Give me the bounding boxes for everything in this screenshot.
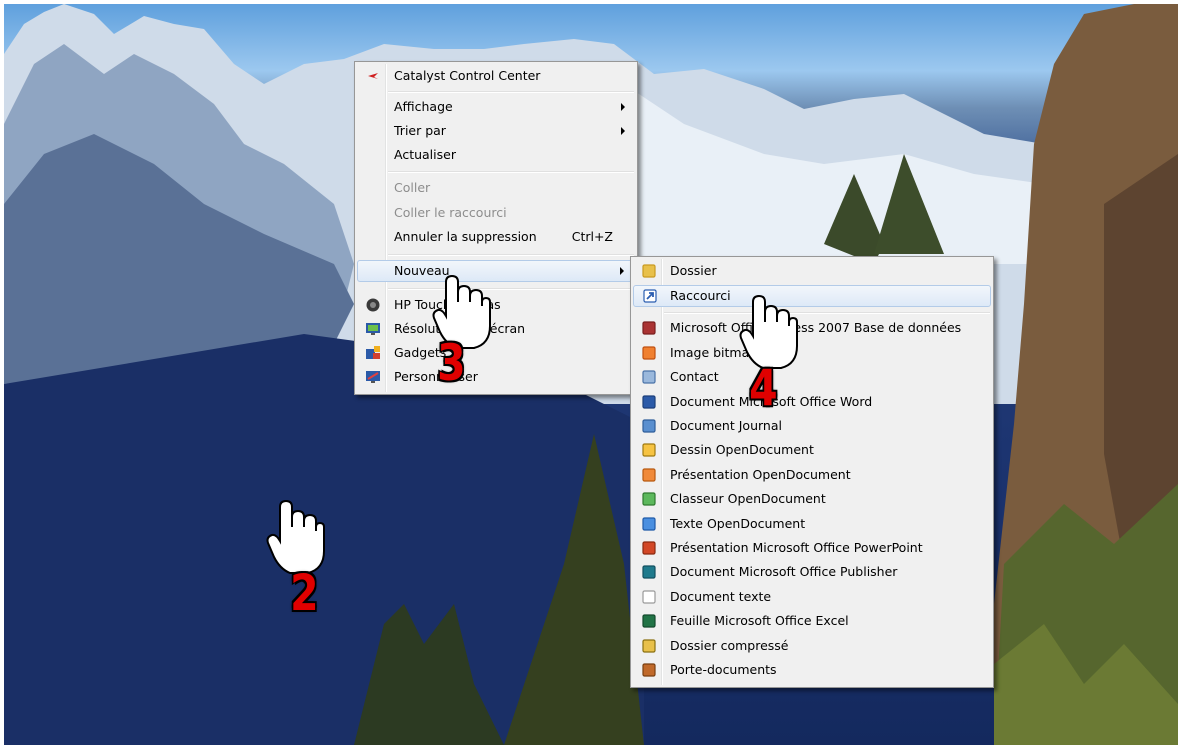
submenu-item-label: Classeur OpenDocument	[670, 491, 826, 507]
submenu-item-text-document[interactable]: Document texte	[633, 586, 991, 608]
submenu-item-label: Document Microsoft Office Publisher	[670, 564, 898, 580]
menu-item-gadgets[interactable]: Gadgets	[357, 342, 635, 364]
screen-resolution-icon	[366, 323, 380, 335]
menu-item-catalyst[interactable]: Catalyst Control Center	[357, 65, 635, 87]
submenu-item-label: Feuille Microsoft Office Excel	[670, 613, 849, 629]
submenu-item-contact[interactable]: Contact	[633, 366, 991, 388]
catalyst-icon	[368, 73, 378, 79]
step-2-label: 2	[290, 564, 319, 622]
shortcut-icon	[643, 289, 657, 303]
menu-separator	[664, 312, 990, 315]
menu-item-hp-touch-canvas[interactable]: HP Touch Canvas	[357, 294, 635, 316]
menu-item-label: Annuler la suppression	[394, 229, 537, 244]
menu-item-coller: Coller	[357, 177, 635, 199]
excel-icon	[642, 614, 656, 628]
menu-item-resolution-ecran[interactable]: Résolution de l'écran	[357, 318, 635, 340]
submenu-item-label: Raccourci	[670, 288, 731, 303]
menu-item-label: Coller	[394, 180, 431, 195]
submenu-item-label: Texte OpenDocument	[670, 515, 806, 531]
nouveau-submenu: Dossier Raccourci Microsoft Office Access …	[630, 256, 994, 688]
submenu-item-shortcut[interactable]: Raccourci	[633, 285, 991, 307]
submenu-item-label: Dossier	[670, 263, 717, 278]
submenu-item-excel[interactable]: Feuille Microsoft Office Excel	[633, 610, 991, 632]
submenu-item-access[interactable]: Microsoft Office Access 2007 Base de don…	[633, 317, 991, 339]
submenu-item-label: Présentation OpenDocument	[670, 466, 851, 482]
submenu-item-bitmap[interactable]: Image bitmap	[633, 342, 991, 364]
submenu-item-briefcase[interactable]: Porte-documents	[633, 659, 991, 681]
submenu-item-od-presentation[interactable]: Présentation OpenDocument	[633, 464, 991, 486]
od-text-icon	[642, 516, 656, 531]
menu-item-coller-raccourci: Coller le raccourci	[357, 202, 635, 224]
submenu-arrow-icon	[621, 103, 625, 111]
submenu-item-label: Dessin OpenDocument	[670, 442, 814, 458]
shortcut-label: Ctrl+Z	[571, 229, 613, 244]
personalize-icon	[366, 371, 380, 383]
submenu-item-od-drawing[interactable]: Dessin OpenDocument	[633, 439, 991, 461]
submenu-item-zip-folder[interactable]: Dossier compressé	[633, 635, 991, 657]
menu-item-label: Catalyst Control Center	[394, 68, 541, 83]
submenu-item-label: Document texte	[670, 588, 772, 604]
word-icon	[642, 394, 656, 409]
submenu-item-label: Document Journal	[670, 418, 782, 433]
menu-item-personnaliser[interactable]: Personnaliser	[357, 366, 635, 388]
zip-folder-icon	[642, 638, 656, 653]
menu-item-trier-par[interactable]: Trier par	[357, 120, 635, 142]
briefcase-icon	[642, 663, 656, 677]
submenu-item-word[interactable]: Document Microsoft Office Word	[633, 391, 991, 413]
menu-item-nouveau[interactable]: Nouveau	[357, 260, 635, 282]
submenu-item-folder[interactable]: Dossier	[633, 260, 991, 282]
text-document-icon	[642, 590, 656, 604]
access-icon	[642, 321, 656, 335]
od-presentation-icon	[642, 468, 656, 482]
submenu-item-od-spreadsheet[interactable]: Classeur OpenDocument	[633, 488, 991, 510]
menu-item-actualiser[interactable]: Actualiser	[357, 144, 635, 166]
submenu-item-label: Contact	[670, 369, 719, 385]
submenu-item-label: Porte-documents	[670, 662, 777, 677]
submenu-item-journal[interactable]: Document Journal	[633, 415, 991, 437]
folder-icon	[642, 264, 656, 278]
submenu-item-label: Présentation Microsoft Office PowerPoint	[670, 540, 923, 555]
desktop-context-menu: Catalyst Control Center Affichage Trier …	[354, 61, 638, 395]
bitmap-icon	[642, 346, 656, 360]
desktop[interactable]: Catalyst Control Center Affichage Trier …	[4, 4, 1178, 745]
submenu-arrow-icon	[621, 127, 625, 135]
menu-item-affichage[interactable]: Affichage	[357, 96, 635, 118]
menu-item-label: Affichage	[394, 99, 453, 114]
submenu-item-label: Dossier compressé	[670, 637, 789, 653]
od-spreadsheet-icon	[642, 492, 656, 506]
step-4-label: 4	[749, 359, 778, 417]
submenu-item-publisher[interactable]: Document Microsoft Office Publisher	[633, 561, 991, 583]
submenu-item-powerpoint[interactable]: Présentation Microsoft Office PowerPoint	[633, 537, 991, 559]
contact-icon	[642, 370, 656, 384]
powerpoint-icon	[642, 541, 656, 555]
menu-item-annuler-suppression[interactable]: Annuler la suppression Ctrl+Z	[357, 226, 635, 248]
publisher-icon	[642, 565, 656, 579]
menu-item-label: Actualiser	[394, 147, 456, 162]
menu-item-label: Trier par	[394, 123, 446, 138]
step-3-label: 3	[437, 334, 466, 392]
submenu-item-od-text[interactable]: Texte OpenDocument	[633, 513, 991, 535]
journal-icon	[642, 419, 656, 433]
od-drawing-icon	[642, 443, 656, 457]
gadgets-icon	[366, 346, 380, 359]
menu-item-label: Coller le raccourci	[394, 205, 507, 220]
submenu-item-label: Microsoft Office Access 2007 Base de don…	[670, 320, 962, 336]
submenu-arrow-icon	[620, 267, 624, 275]
hp-icon	[366, 298, 380, 312]
